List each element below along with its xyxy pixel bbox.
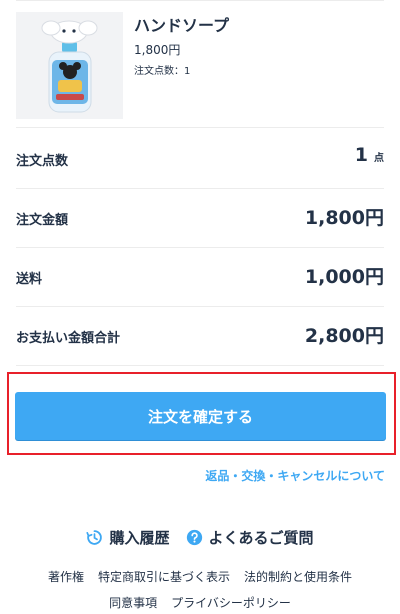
order-count-unit: 点 [374,153,384,164]
shipping-row: 送料 1,000円 [16,248,384,307]
product-quantity: 注文点数：1 [134,66,191,77]
purchase-history-label: 購入履歴 [109,528,170,547]
question-circle-icon [186,529,202,545]
shipping-label: 送料 [16,272,43,287]
order-amount-row: 注文金額 1,800円 [16,189,384,248]
returns-exchange-cancel-link[interactable]: 返品・交換・キャンセルについて [205,467,385,484]
confirm-order-button[interactable]: 注文を確定する [15,392,386,440]
product-name: ハンドソープ [134,16,230,35]
privacy-policy-link[interactable]: プライバシーポリシー [171,594,291,611]
footer-links-row-1: 著作権 特定商取引に基づく表示 法的制約と使用条件 [0,568,400,585]
order-item: ハンドソープ 1,800円 注文点数：1 [16,0,384,128]
shipping-value: 1,000円 [304,266,384,288]
order-amount-label: 注文金額 [16,213,69,228]
agreement-link[interactable]: 同意事項 [109,594,157,611]
order-count-number: 1 [354,144,368,166]
order-count-value: 1点 [355,144,384,166]
faq-link[interactable]: よくあるご質問 [186,527,314,548]
order-count-label: 注文点数 [16,154,69,169]
footer-links-row-2: 同意事項 プライバシーポリシー [0,594,400,611]
product-image [16,12,123,119]
product-price: 1,800円 [134,43,181,57]
legal-terms-link[interactable]: 法的制約と使用条件 [244,568,352,585]
order-count-row: 注文点数 1点 [16,130,384,189]
faq-label: よくあるご質問 [208,528,314,547]
clock-history-icon [86,529,103,545]
order-confirmation-page: ハンドソープ 1,800円 注文点数：1 注文点数 1点 注文金額 1,800円… [0,0,400,614]
copyright-link[interactable]: 著作権 [48,568,84,585]
order-amount-value: 1,800円 [304,207,384,229]
commercial-transactions-link[interactable]: 特定商取引に基づく表示 [98,568,230,585]
total-label: お支払い金額合計 [16,331,121,346]
total-value: 2,800円 [304,325,384,347]
purchase-history-link[interactable]: 購入履歴 [86,527,170,548]
total-row: お支払い金額合計 2,800円 [16,307,384,366]
help-nav: 購入履歴 よくあるご質問 [0,524,400,550]
